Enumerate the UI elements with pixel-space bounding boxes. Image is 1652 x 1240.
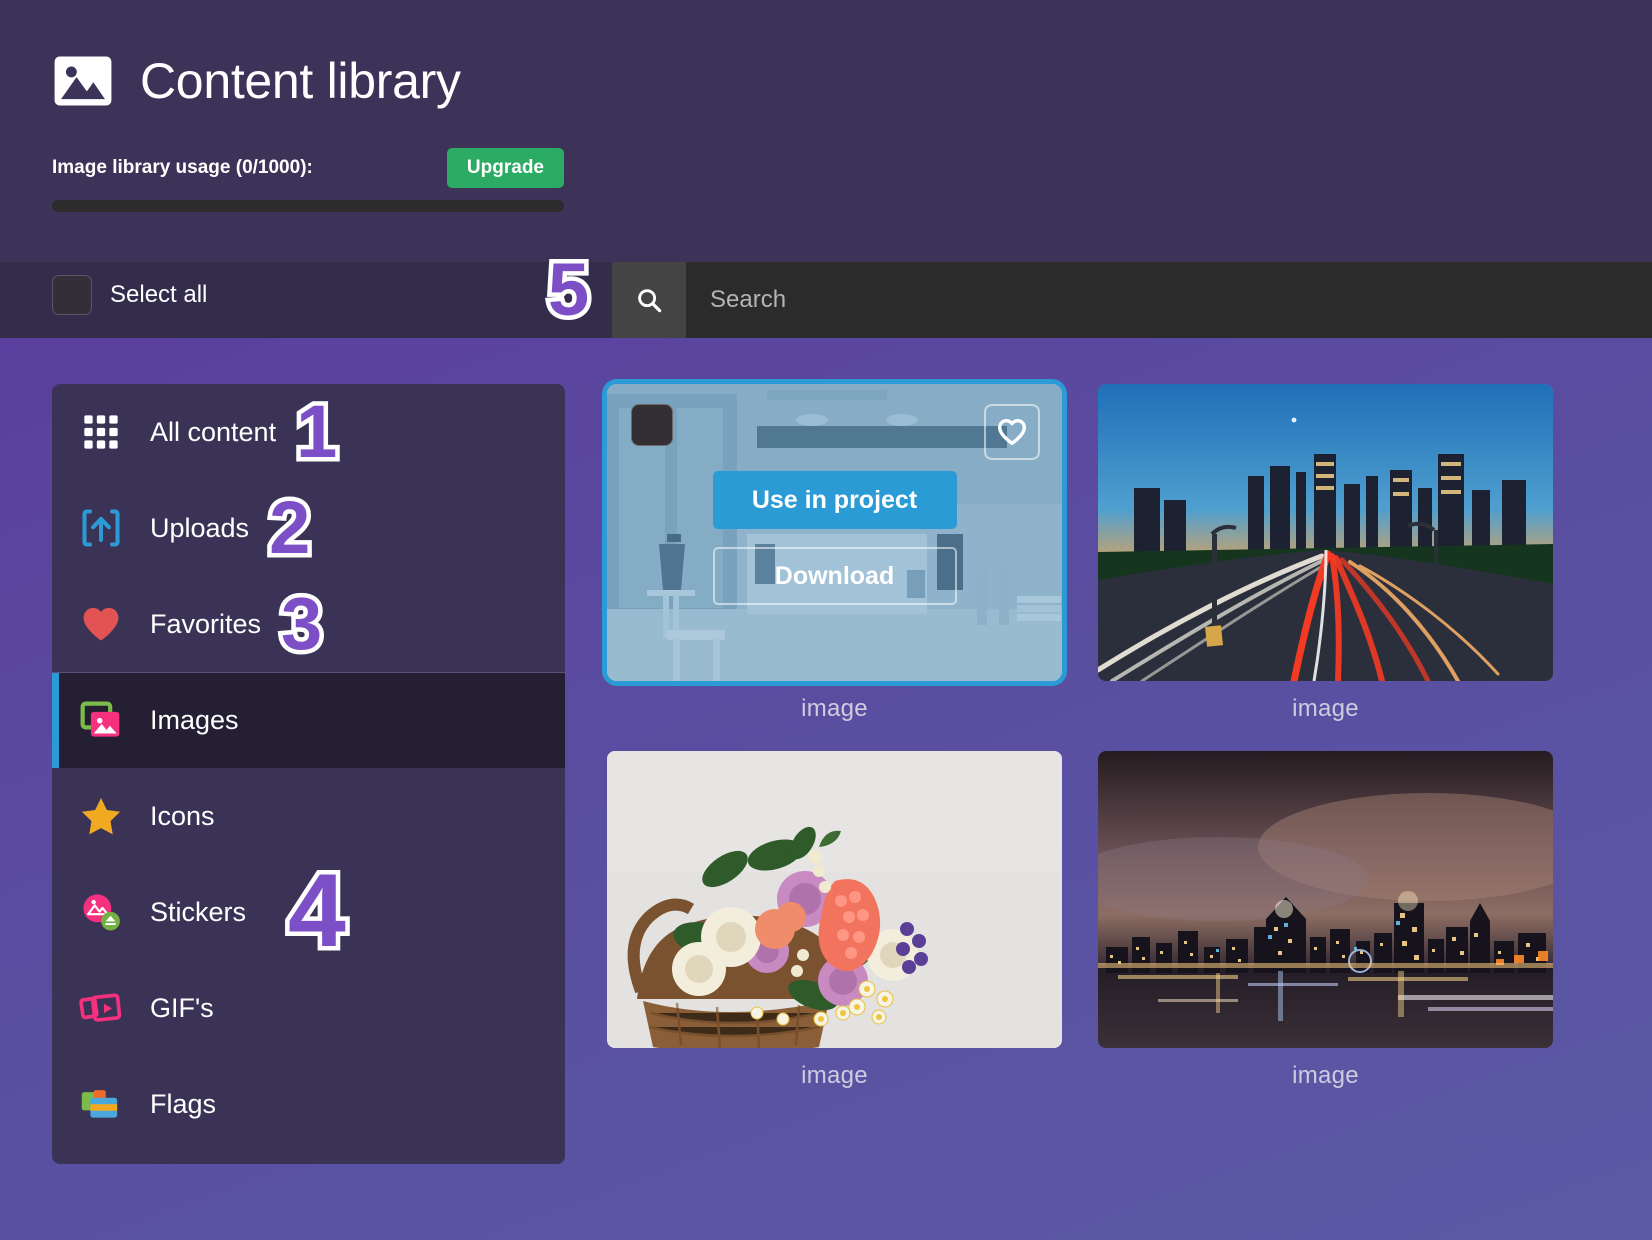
sidebar-item-label: Stickers (150, 896, 247, 927)
annotation-badge-2: 2 (265, 486, 315, 570)
images-icon (78, 698, 124, 744)
image-caption: image (801, 695, 868, 722)
image-thumbnail[interactable]: Use in project Download (607, 384, 1062, 681)
star-icon (78, 793, 124, 839)
image-card[interactable]: image (1098, 751, 1553, 1090)
upload-icon (78, 505, 124, 551)
usage-label: Image library usage (0/1000): (52, 157, 313, 178)
sidebar-item-flags[interactable]: Flags (52, 1056, 565, 1152)
content-body: All content 1 Uploads 2 Favorites 3 Images Icon… (0, 338, 1652, 1240)
annotation-badge-1: 1 (292, 390, 342, 474)
search-icon (638, 289, 662, 313)
sidebar-item-label: Icons (150, 800, 215, 831)
image-caption: image (1292, 695, 1359, 722)
download-button[interactable]: Download (712, 547, 957, 606)
sidebar-item-uploads[interactable]: Uploads 2 (52, 480, 565, 576)
content-grid: Use in project Download image image image ima… (607, 384, 1606, 1090)
category-sidebar: All content 1 Uploads 2 Favorites 3 Images Icon… (52, 384, 565, 1164)
sidebar-item-label: Uploads (150, 512, 250, 543)
upgrade-button[interactable]: Upgrade (446, 148, 564, 188)
sidebar-item-all-content[interactable]: All content 1 (52, 384, 565, 480)
image-icon (54, 56, 112, 106)
favorite-button[interactable] (984, 404, 1040, 460)
image-caption: image (801, 1062, 868, 1089)
sidebar-item-label: Images (150, 705, 239, 735)
sidebar-item-label: GIF's (150, 992, 214, 1023)
sidebar-item-favorites[interactable]: Favorites 3 (52, 576, 565, 672)
thumbnail-night-city-harbor (1098, 751, 1553, 1048)
image-card[interactable]: image (1098, 384, 1553, 723)
thumbnail-highway-light-trails (1098, 384, 1553, 681)
sticker-icon (78, 889, 124, 935)
card-select-checkbox[interactable] (631, 404, 673, 446)
annotation-badge-3: 3 (277, 582, 327, 666)
toolbar: Select all 5 (0, 248, 1652, 338)
image-card[interactable]: Use in project Download image (607, 384, 1062, 723)
sidebar-item-gif-s[interactable]: GIF's (52, 960, 565, 1056)
select-all-control[interactable]: Select all (52, 275, 207, 315)
search-button[interactable] (612, 262, 686, 338)
gif-icon (78, 985, 124, 1031)
usage-progress-bar (52, 200, 564, 212)
image-thumbnail[interactable] (1098, 384, 1553, 681)
sidebar-item-icons[interactable]: Icons (52, 768, 565, 864)
image-thumbnail[interactable] (607, 751, 1062, 1048)
annotation-badge-5: 5 (543, 248, 593, 331)
image-caption: image (1292, 1062, 1359, 1089)
sidebar-item-images[interactable]: Images (52, 672, 565, 768)
content-library-app: Content library Image library usage (0/1… (0, 0, 1652, 1240)
select-all-label: Select all (110, 281, 208, 308)
image-thumbnail[interactable] (1098, 751, 1553, 1048)
page-title: Content library (140, 53, 461, 109)
use-in-project-button[interactable]: Use in project (712, 471, 957, 530)
usage-row: Image library usage (0/1000): Upgrade (52, 148, 564, 188)
title-row: Content library (52, 50, 461, 112)
sidebar-item-label: Favorites (150, 608, 262, 639)
annotation-badge-4: 4 (284, 853, 351, 970)
search-input[interactable] (686, 262, 1652, 338)
grid-icon (78, 409, 124, 455)
search-bar (612, 262, 1652, 338)
sidebar-item-stickers[interactable]: Stickers 4 (52, 853, 565, 970)
heart-icon (78, 601, 124, 647)
sidebar-item-label: Flags (150, 1088, 217, 1119)
heart-outline-icon (997, 418, 1027, 446)
image-card[interactable]: image (607, 751, 1062, 1090)
thumbnail-flower-basket (607, 751, 1062, 1048)
select-all-checkbox[interactable] (52, 275, 92, 315)
page-header: Content library Image library usage (0/1… (0, 0, 1652, 262)
sidebar-item-label: All content (150, 416, 277, 447)
flags-icon (78, 1081, 124, 1127)
card-actions: Use in project Download (712, 471, 957, 606)
